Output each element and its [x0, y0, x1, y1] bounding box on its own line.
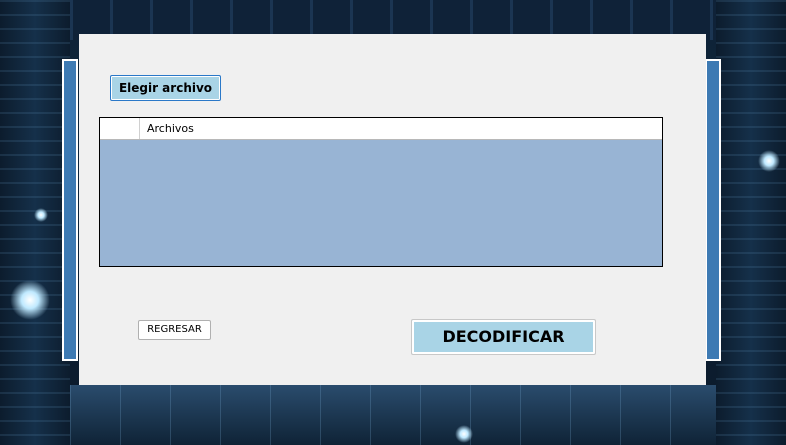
main-panel: Elegir archivo Archivos REGRESAR DECODIF… — [79, 34, 706, 385]
decorative-side-bar-right — [705, 59, 721, 361]
light-glow — [455, 425, 473, 443]
light-glow — [758, 150, 780, 172]
light-glow — [10, 280, 50, 320]
light-glow — [34, 208, 48, 222]
floor — [70, 385, 716, 445]
grid-row-header-corner — [100, 118, 140, 139]
back-button[interactable]: REGRESAR — [138, 320, 211, 340]
decorative-side-bar-left — [62, 59, 78, 361]
decode-button[interactable]: DECODIFICAR — [411, 319, 596, 355]
choose-file-button[interactable]: Elegir archivo — [110, 75, 221, 101]
server-rack-left — [0, 0, 70, 445]
files-column-header[interactable]: Archivos — [140, 118, 662, 139]
server-rack-right — [716, 0, 786, 445]
grid-header: Archivos — [100, 118, 662, 140]
files-grid[interactable]: Archivos — [99, 117, 663, 267]
